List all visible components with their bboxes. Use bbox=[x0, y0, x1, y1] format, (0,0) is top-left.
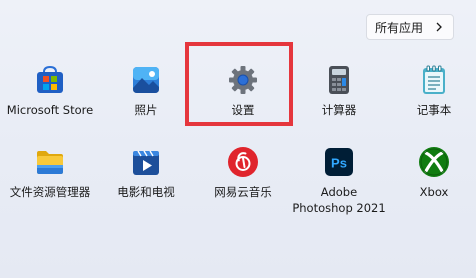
app-label-line2: Photoshop 2021 bbox=[292, 201, 386, 215]
app-label: Xbox bbox=[419, 185, 449, 199]
highlight-box bbox=[185, 42, 293, 126]
calculator-icon bbox=[329, 66, 349, 94]
photos-icon bbox=[133, 67, 159, 93]
all-apps-label: 所有应用 bbox=[375, 20, 424, 35]
netease-music-icon bbox=[228, 147, 258, 177]
svg-text:Ps: Ps bbox=[331, 156, 347, 171]
all-apps-button[interactable]: 所有应用 bbox=[366, 14, 454, 40]
photoshop-icon: Ps bbox=[325, 148, 353, 176]
movies-tv-icon bbox=[133, 150, 159, 175]
notepad-icon bbox=[423, 65, 445, 94]
microsoft-store-icon bbox=[37, 65, 63, 93]
xbox-icon bbox=[419, 147, 449, 177]
chevron-right-icon bbox=[436, 22, 442, 32]
file-explorer-icon bbox=[37, 151, 63, 174]
app-label: 记事本 bbox=[416, 103, 452, 117]
